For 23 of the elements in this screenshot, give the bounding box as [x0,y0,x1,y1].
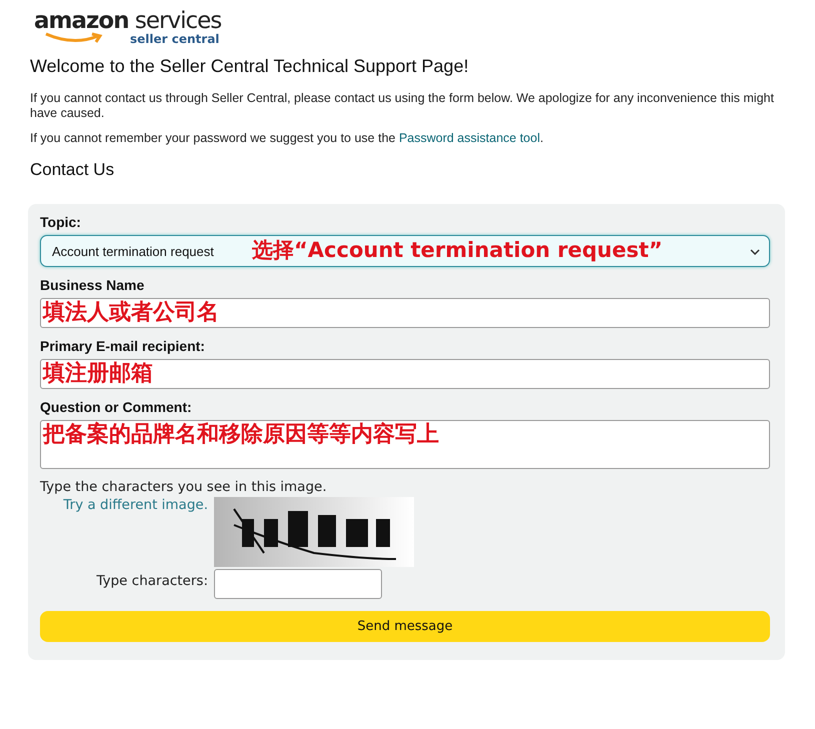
send-message-button[interactable]: Send message [40,611,770,642]
input-field[interactable] [40,298,770,328]
field-label: Topic: [40,214,82,230]
field-label: Question or Comment: [40,399,193,415]
input-field[interactable] [40,359,770,389]
logo: amazon services seller central [34,8,222,48]
type-characters-label: Type characters: [96,573,208,589]
intro-text: If you cannot contact us through Seller Central, please contact us using the form below. We apologize for any inconvenience this might have caused. [30,91,775,121]
captcha-input[interactable] [214,569,382,599]
page-title: Welcome to the Seller Central Technical Support Page! [30,56,470,77]
field-label: Primary E-mail recipient: [40,338,206,354]
chevron-down-icon [750,249,760,255]
password-note: If you cannot remember your password we suggest you to use the Password assistance tool. [30,131,544,146]
section-title: Contact Us [30,160,116,180]
annotation-text: 选择“Account termination request” [252,237,663,263]
comment-field[interactable] [40,420,770,469]
password-assistance-link[interactable]: Password assistance tool [398,131,540,145]
try-different-image-link[interactable]: Try a different image. [63,497,208,513]
annotation-text: 把备案的品牌名和移除原因等等内容写上 [43,422,439,448]
annotation-text: 填法人或者公司名 [43,300,219,326]
annotation-text: 填注册邮箱 [43,361,153,387]
captcha-prompt: Type the characters you see in this image. [40,479,328,495]
field-label: Business Name [40,277,146,293]
